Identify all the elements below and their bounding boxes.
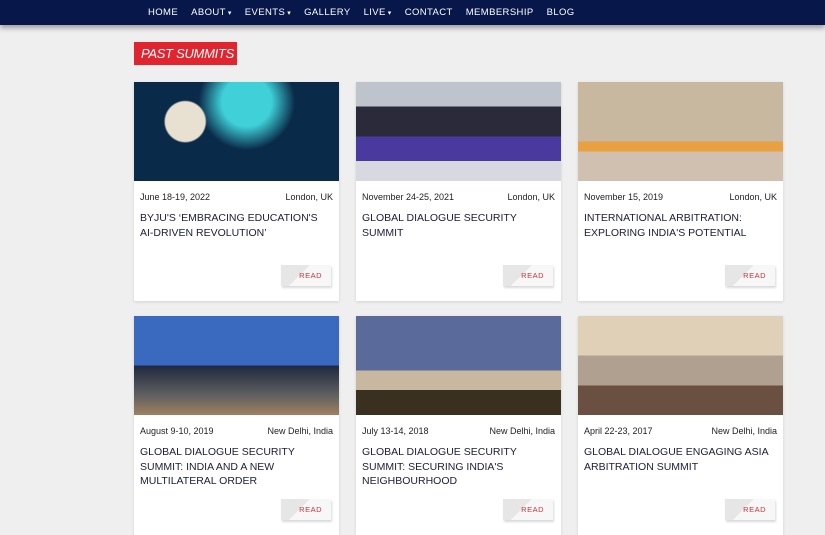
section-title: PAST SUMMITS [134,42,237,65]
nav-item-label: ABOUT [191,7,226,18]
summit-title[interactable]: GLOBAL DIALOGUE SECURITY SUMMIT: SECURIN… [356,436,561,489]
summit-photo[interactable] [134,82,339,181]
summit-card[interactable]: August 9-10, 2019 New Delhi, India GLOBAL… [134,316,339,535]
read-button[interactable]: READ [725,265,775,286]
summit-photo[interactable] [356,82,561,181]
summit-date: June 18-19, 2022 [140,192,211,202]
nav-item-contact[interactable]: CONTACT [405,7,453,18]
nav-item-label: HOME [148,7,179,18]
summit-card[interactable]: November 24-25, 2021 London, UK GLOBAL DI… [356,82,561,301]
nav-item-label: LIVE [363,7,386,18]
summit-photo[interactable] [578,316,783,415]
summit-location: New Delhi, India [711,426,777,436]
summit-title[interactable]: BYJU'S ‘EMBRACING EDUCATION'S AI-DRIVEN … [134,202,339,240]
summit-title[interactable]: GLOBAL DIALOGUE SECURITY SUMMIT: INDIA A… [134,436,339,489]
summit-location: New Delhi, India [267,426,333,436]
summit-photo[interactable] [578,82,783,181]
summit-card[interactable]: July 13-14, 2018 New Delhi, India GLOBAL … [356,316,561,535]
summit-card[interactable]: April 22-23, 2017 New Delhi, India GLOBAL… [578,316,783,535]
read-button[interactable]: READ [725,499,775,520]
summit-location: New Delhi, India [489,426,555,436]
nav-item-live[interactable]: LIVE ▾ [364,7,392,18]
summit-location: London, UK [729,192,777,202]
summit-date: November 15, 2019 [584,192,664,202]
summit-date: August 9-10, 2019 [140,426,214,436]
read-button[interactable]: READ [281,265,331,286]
summit-location: London, UK [507,192,555,202]
summit-date: April 22-23, 2017 [584,426,653,436]
caret-down-icon: ▾ [387,10,392,17]
nav-item-label: GALLERY [304,7,351,18]
summit-card[interactable]: November 15, 2019 London, UK INTERNATIONA… [578,82,783,301]
nav-item-home[interactable]: HOME [148,7,178,18]
summit-date: November 24-25, 2021 [362,192,455,202]
caret-down-icon: ▾ [227,10,232,17]
nav-item-events[interactable]: EVENTS ▾ [245,7,291,18]
read-button[interactable]: READ [281,499,331,520]
summit-title[interactable]: GLOBAL DIALOGUE SECURITY SUMMIT [356,202,561,240]
nav-item-label: EVENTS [244,7,286,18]
summit-photo[interactable] [356,316,561,415]
read-button[interactable]: READ [503,265,553,286]
summit-title[interactable]: GLOBAL DIALOGUE ENGAGING ASIA ARBITRATIO… [578,436,783,474]
summit-title[interactable]: INTERNATIONAL ARBITRATION: EXPLORING IND… [578,202,783,240]
nav-item-membership[interactable]: MEMBERSHIP [466,7,534,18]
caret-down-icon: ▾ [287,10,292,17]
read-button[interactable]: READ [503,499,553,520]
nav-item-blog[interactable]: BLOG [547,7,575,18]
nav-item-label: MEMBERSHIP [465,7,534,18]
summit-photo[interactable] [134,316,339,415]
top-navbar: HOME ABOUT ▾ EVENTS ▾ GALLERY LIVE ▾ CONTACT MEMB… [0,0,825,25]
summit-card[interactable]: June 18-19, 2022 London, UK BYJU'S ‘EMBRA… [134,82,339,301]
summit-location: London, UK [285,192,333,202]
nav-item-label: BLOG [546,7,575,18]
nav-item-about[interactable]: ABOUT ▾ [191,7,232,18]
nav-item-gallery[interactable]: GALLERY [304,7,350,18]
nav-item-label: CONTACT [404,7,453,18]
summit-date: July 13-14, 2018 [362,426,429,436]
